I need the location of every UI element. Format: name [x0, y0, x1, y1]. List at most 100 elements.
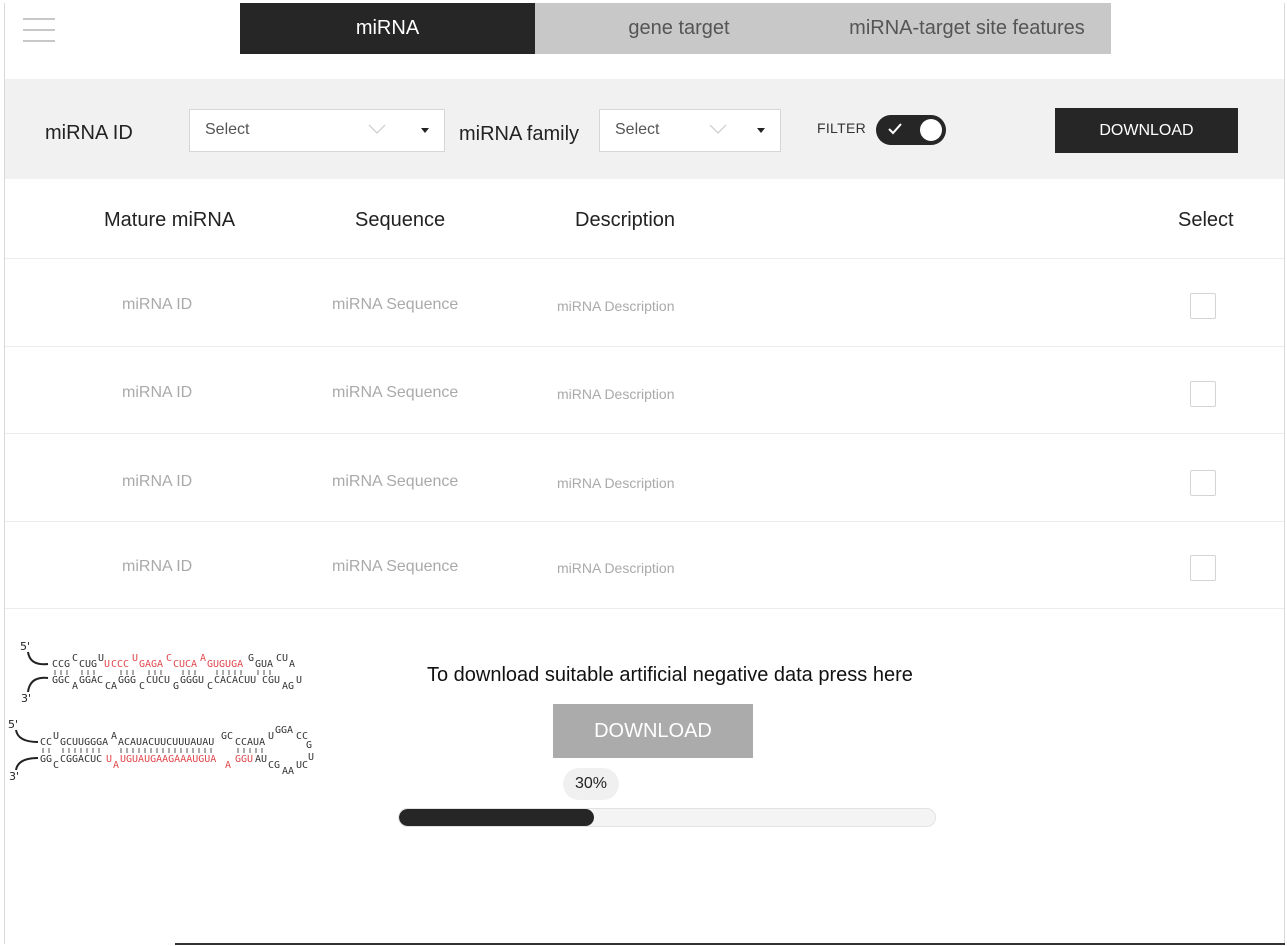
svg-text:GAGA: GAGA [139, 659, 163, 670]
svg-text:G: G [306, 740, 312, 751]
svg-text:U: U [268, 731, 274, 742]
mirna-family-select-value: Select [615, 121, 660, 138]
svg-text:GGAC: GGAC [79, 675, 103, 686]
svg-text:GGG: GGG [118, 675, 136, 686]
svg-text:U: U [106, 754, 112, 765]
tab-mirna-target-site-features[interactable]: miRNA-target site features [823, 3, 1111, 54]
cell-mirna-id: miRNA ID [122, 473, 193, 490]
svg-text:GUA: GUA [255, 659, 273, 670]
svg-text:G: G [173, 681, 179, 692]
main-tabs: miRNA gene target miRNA-target site feat… [240, 3, 1111, 54]
filter-label: FILTER [817, 120, 866, 136]
svg-text:CU: CU [276, 653, 288, 664]
svg-text:A: A [225, 760, 231, 771]
svg-text:GC: GC [221, 731, 233, 742]
svg-text:CGU: CGU [262, 675, 280, 686]
svg-text:3': 3' [9, 770, 19, 783]
row-divider [5, 433, 1284, 434]
mirna-id-select-value: Select [205, 121, 250, 138]
svg-text:C: C [166, 653, 172, 664]
svg-text:CGGACUC: CGGACUC [60, 754, 102, 765]
svg-text:5': 5' [8, 718, 18, 731]
download-button[interactable]: DOWNLOAD [1055, 108, 1238, 153]
chevron-down-icon [368, 124, 386, 134]
svg-text:GGC: GGC [52, 675, 70, 686]
cell-sequence: miRNA Sequence [332, 296, 459, 313]
svg-text:GGU: GGU [235, 754, 253, 765]
svg-text:U: U [53, 731, 59, 742]
svg-text:GCUUGGGA: GCUUGGGA [60, 737, 108, 748]
mirna-id-label: miRNA ID [45, 122, 133, 144]
svg-text:AU: AU [255, 754, 267, 765]
svg-text:AG: AG [282, 681, 294, 692]
svg-text:A: A [113, 760, 119, 771]
svg-text:C: C [139, 681, 145, 692]
svg-text:CCC: CCC [111, 659, 129, 670]
cell-description: miRNA Description [557, 386, 675, 402]
svg-text:CACACUU: CACACUU [214, 675, 256, 686]
cell-description: miRNA Description [557, 475, 675, 491]
toggle-knob [920, 119, 942, 141]
svg-text:G: G [248, 653, 254, 664]
svg-text:U: U [308, 752, 314, 763]
mirna-id-select[interactable]: Select [189, 109, 445, 152]
cell-mirna-id: miRNA ID [122, 384, 193, 401]
svg-text:C: C [207, 681, 213, 692]
download-progress-bar [398, 808, 936, 827]
tab-mirna[interactable]: miRNA [240, 3, 535, 54]
row-select-checkbox[interactable] [1190, 555, 1216, 581]
svg-text:C: C [53, 760, 59, 771]
tab-gene-target[interactable]: gene target [535, 3, 823, 54]
cell-description: miRNA Description [557, 560, 675, 576]
mirna-hairpin-diagram-top: 5' 3' CCG C CUG U U CCC U GAGA C CUCA A … [20, 640, 302, 705]
svg-text:UC: UC [296, 760, 308, 771]
row-select-checkbox[interactable] [1190, 381, 1216, 407]
cell-mirna-id: miRNA ID [122, 296, 193, 313]
cell-description: miRNA Description [557, 298, 675, 314]
row-divider [5, 346, 1284, 347]
svg-text:GGA: GGA [275, 725, 293, 736]
row-divider [5, 521, 1284, 522]
mirna-hairpin-diagram-bottom: 5' 3' CC U GCUUGGGA A ACAUACUUCUUUAUAU G… [8, 718, 314, 783]
svg-text:U: U [104, 659, 110, 670]
mirna-family-select[interactable]: Select [599, 109, 781, 152]
svg-text:ACAUACUUCUUUAUAU: ACAUACUUCUUUAUAU [118, 737, 214, 748]
svg-text:A: A [289, 659, 295, 670]
caret-down-icon [421, 128, 429, 133]
svg-text:GG: GG [40, 754, 52, 765]
svg-text:5': 5' [20, 640, 30, 653]
filter-toggle[interactable] [876, 115, 946, 145]
svg-text:CG: CG [268, 760, 280, 771]
svg-text:CCAUA: CCAUA [235, 737, 265, 748]
check-icon [888, 123, 902, 135]
bottom-divider [175, 943, 1285, 945]
svg-text:3': 3' [21, 692, 31, 705]
row-divider [5, 608, 1284, 609]
svg-text:CUCU: CUCU [146, 675, 170, 686]
svg-text:GGGU: GGGU [180, 675, 204, 686]
row-divider [5, 258, 1284, 259]
cell-sequence: miRNA Sequence [332, 384, 459, 401]
negative-data-prompt: To download suitable artificial negative… [427, 664, 913, 686]
svg-text:A: A [111, 731, 117, 742]
svg-text:AA: AA [282, 766, 294, 777]
svg-text:A: A [200, 653, 206, 664]
svg-text:A: A [72, 681, 78, 692]
row-select-checkbox[interactable] [1190, 470, 1216, 496]
svg-text:UGUAUGAAGAAAUGUA: UGUAUGAAGAAAUGUA [120, 754, 216, 765]
svg-text:CC: CC [40, 737, 52, 748]
svg-text:GUGUGA: GUGUGA [207, 659, 243, 670]
header-mature-mirna: Mature miRNA [104, 209, 236, 231]
negative-download-button[interactable]: DOWNLOAD [553, 704, 753, 758]
caret-down-icon [757, 128, 765, 133]
hamburger-icon[interactable] [23, 18, 55, 44]
cell-sequence: miRNA Sequence [332, 558, 459, 575]
svg-text:CA: CA [105, 681, 117, 692]
progress-fill [399, 809, 595, 826]
row-select-checkbox[interactable] [1190, 293, 1216, 319]
filter-bar: miRNA ID Select miRNA family Select FILT… [5, 79, 1284, 179]
cell-mirna-id: miRNA ID [122, 558, 193, 575]
cell-sequence: miRNA Sequence [332, 473, 459, 490]
header-sequence: Sequence [355, 209, 446, 231]
svg-text:U: U [132, 653, 138, 664]
